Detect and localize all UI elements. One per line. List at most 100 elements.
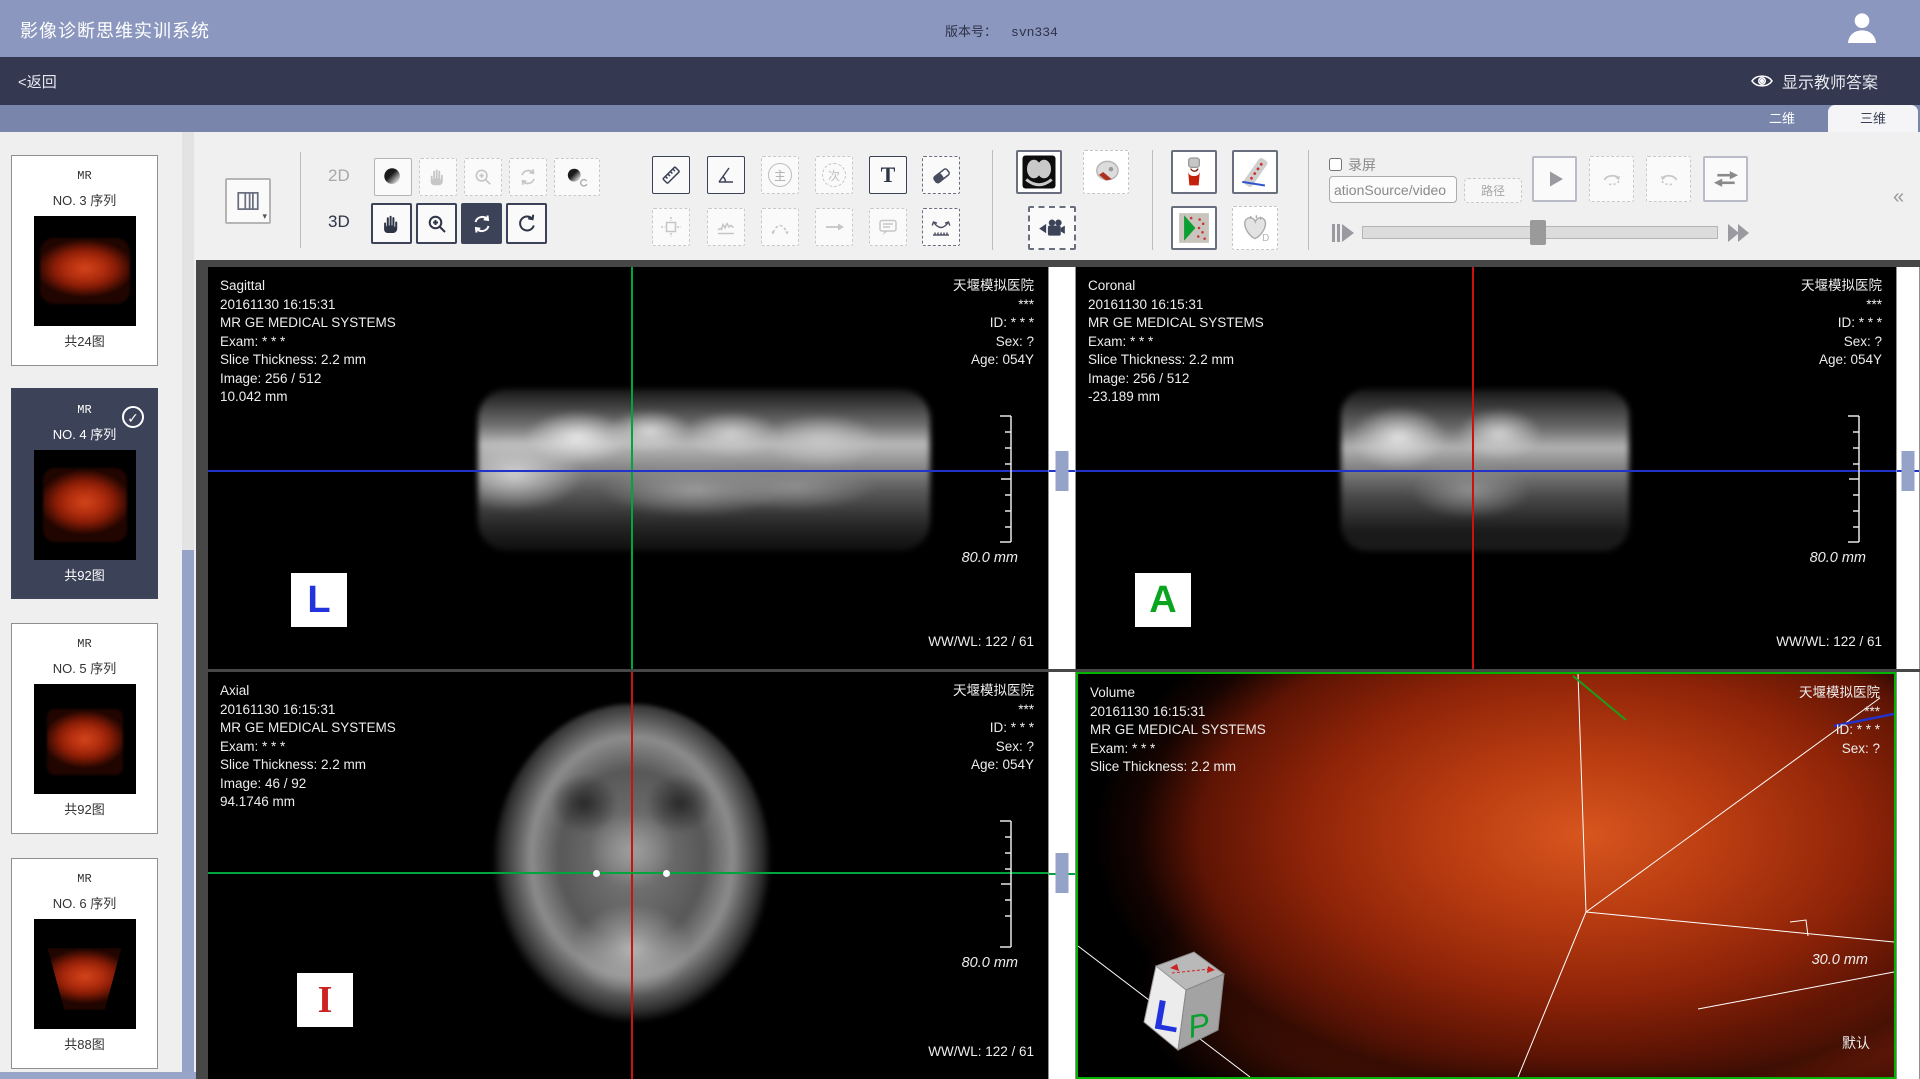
rotate-3d-button-selected[interactable] (461, 203, 502, 244)
layout-button[interactable]: ▾ (225, 178, 271, 224)
user-icon[interactable] (1842, 8, 1882, 48)
pan-2d-button[interactable] (419, 158, 457, 196)
series-card-5[interactable]: MR NO. 5 序列 共92图 (11, 623, 158, 834)
video-export-button[interactable] (1028, 206, 1076, 250)
scale-label: 80.0 mm (962, 550, 1018, 566)
viewport-volume[interactable]: Volume 20161130 16:15:31 MR GE MEDICAL S… (1076, 672, 1896, 1079)
back-button[interactable]: <返回 (18, 71, 57, 92)
crosshair-vertical-red[interactable] (631, 672, 633, 1079)
roi-button[interactable] (652, 208, 690, 246)
rotate-ccw-icon (1656, 166, 1682, 192)
series-card-4-selected[interactable]: ✓ MR NO. 4 序列 共92图 (11, 388, 158, 599)
pan-3d-button[interactable] (371, 203, 412, 244)
vp-device: MR GE MEDICAL SYSTEMS (220, 314, 396, 333)
series-sidebar: MR NO. 3 序列 共24图 ✓ MR NO. 4 序列 共92图 MR N… (0, 132, 196, 1079)
play-button[interactable] (1532, 156, 1577, 202)
lung-preset-button[interactable] (1016, 150, 1062, 194)
heart-preset-button[interactable]: D (1232, 206, 1278, 250)
slice-scroll-thumb[interactable] (1902, 451, 1915, 491)
orientation-letter-A: A (1135, 573, 1191, 627)
text-annotation-button[interactable]: T (869, 156, 907, 194)
loop-swap-button[interactable] (1703, 156, 1748, 202)
zoom-2d-button[interactable] (464, 158, 502, 196)
vp-sex: Sex: ? (1799, 740, 1880, 759)
series-card-6[interactable]: MR NO. 6 序列 共88图 (11, 858, 158, 1069)
render-preset-label[interactable]: 默认 (1842, 1033, 1870, 1053)
window-level-cycle-icon (564, 166, 590, 188)
crosshair-vertical-green[interactable] (631, 267, 633, 669)
vp-datetime: 20161130 16:15:31 (220, 701, 396, 720)
rotate-cw-button[interactable] (1589, 156, 1634, 202)
crosshair-horizontal-blue[interactable] (208, 470, 1048, 472)
tab-3d[interactable]: 三维 (1828, 105, 1918, 132)
rotate-icon (470, 212, 494, 236)
slice-scroll-thumb[interactable] (1056, 451, 1069, 491)
vp-age: Age: 054Y (953, 756, 1034, 775)
curve-measure-button[interactable] (922, 208, 960, 246)
crosshair-horizontal-blue[interactable] (1076, 470, 1896, 472)
series-modality: MR (12, 637, 157, 651)
show-teacher-answer-button[interactable]: 显示教师答案 (1750, 69, 1878, 93)
fast-forward-icon[interactable] (1722, 221, 1754, 245)
collapse-toolbar-icon[interactable]: « (1893, 186, 1904, 209)
wl-rotate-2d-button[interactable] (554, 158, 600, 196)
measure-line-button[interactable] (652, 156, 690, 194)
playback-slider-thumb[interactable] (1530, 220, 1546, 245)
viewport-coronal[interactable]: Coronal 20161130 16:15:31 MR GE MEDICAL … (1076, 267, 1896, 669)
primary-point-button[interactable]: 主 (761, 156, 799, 194)
measure-angle-button[interactable] (707, 156, 745, 194)
vp-id: ID: * * * (953, 719, 1034, 738)
sidebar-horizontal-scrollbar[interactable] (0, 1072, 196, 1079)
arrow-annotation-button[interactable] (815, 208, 853, 246)
zoom-3d-button[interactable] (416, 203, 457, 244)
knee-preset-button[interactable] (1171, 150, 1217, 194)
reset-3d-button[interactable] (506, 203, 547, 244)
slice-scrollbar-middle-bottom[interactable] (1048, 672, 1076, 1079)
toolbar-divider (992, 150, 993, 250)
profile-curve-button[interactable] (707, 208, 745, 246)
eraser-button[interactable] (922, 156, 960, 194)
sidebar-scrollbar-thumb[interactable] (182, 550, 194, 1072)
vp-exam: Exam: * * * (1088, 333, 1264, 352)
hand-icon (427, 166, 449, 188)
vp-hospital: 天堰模拟医院 (1799, 684, 1880, 703)
scale-label: 30.0 mm (1812, 952, 1868, 968)
series-count: 共92图 (13, 565, 156, 584)
camera-icon (1037, 214, 1067, 242)
primary-label: 主 (774, 167, 786, 184)
slice-scrollbar-right-top[interactable] (1896, 267, 1920, 669)
crosshair-vertical-red[interactable] (1472, 267, 1474, 669)
series-card-3[interactable]: MR NO. 3 序列 共24图 (11, 155, 158, 366)
slice-scrollbar-right-bottom[interactable] (1896, 672, 1920, 1079)
spine-preset-icon (1238, 155, 1272, 189)
record-screen-checkbox[interactable] (1329, 158, 1342, 171)
skull-preset-button[interactable] (1083, 150, 1129, 194)
vp-hospital: 天堰模拟医院 (953, 682, 1034, 701)
path-button[interactable]: 路径 (1464, 178, 1522, 203)
curve-ruler-icon (929, 215, 953, 239)
viewport-axial[interactable]: Axial 20161130 16:15:31 MR GE MEDICAL SY… (208, 672, 1048, 1079)
segmentation-preset-button[interactable] (1171, 206, 1217, 250)
comment-button[interactable] (869, 208, 907, 246)
video-path-input[interactable] (1329, 176, 1457, 203)
crosshair-horizontal-green[interactable] (208, 872, 1048, 874)
spline-button[interactable] (761, 208, 799, 246)
rotate-2d-button[interactable] (509, 158, 547, 196)
rotate-ccw-button[interactable] (1646, 156, 1691, 202)
scale-label: 80.0 mm (962, 955, 1018, 971)
wl-2d-button[interactable] (374, 158, 412, 196)
knee-preset-icon (1178, 155, 1210, 189)
tab-2d[interactable]: 二维 (1743, 105, 1821, 132)
vp-age: Age: 054Y (1801, 351, 1882, 370)
vp-stars: *** (953, 701, 1034, 720)
sidebar-scrollbar[interactable] (182, 132, 194, 1079)
histogram-icon (714, 215, 738, 239)
orientation-cube[interactable]: L P (1122, 946, 1242, 1066)
slice-scroll-thumb[interactable] (1056, 853, 1069, 893)
slice-scrollbar-middle-top[interactable] (1048, 267, 1076, 669)
vp-stars: *** (1801, 296, 1882, 315)
viewport-sagittal[interactable]: Sagittal 20161130 16:15:31 MR GE MEDICAL… (208, 267, 1048, 669)
spine-preset-button[interactable] (1232, 150, 1278, 194)
skip-start-icon[interactable] (1328, 221, 1358, 245)
secondary-point-button[interactable]: 次 (815, 156, 853, 194)
